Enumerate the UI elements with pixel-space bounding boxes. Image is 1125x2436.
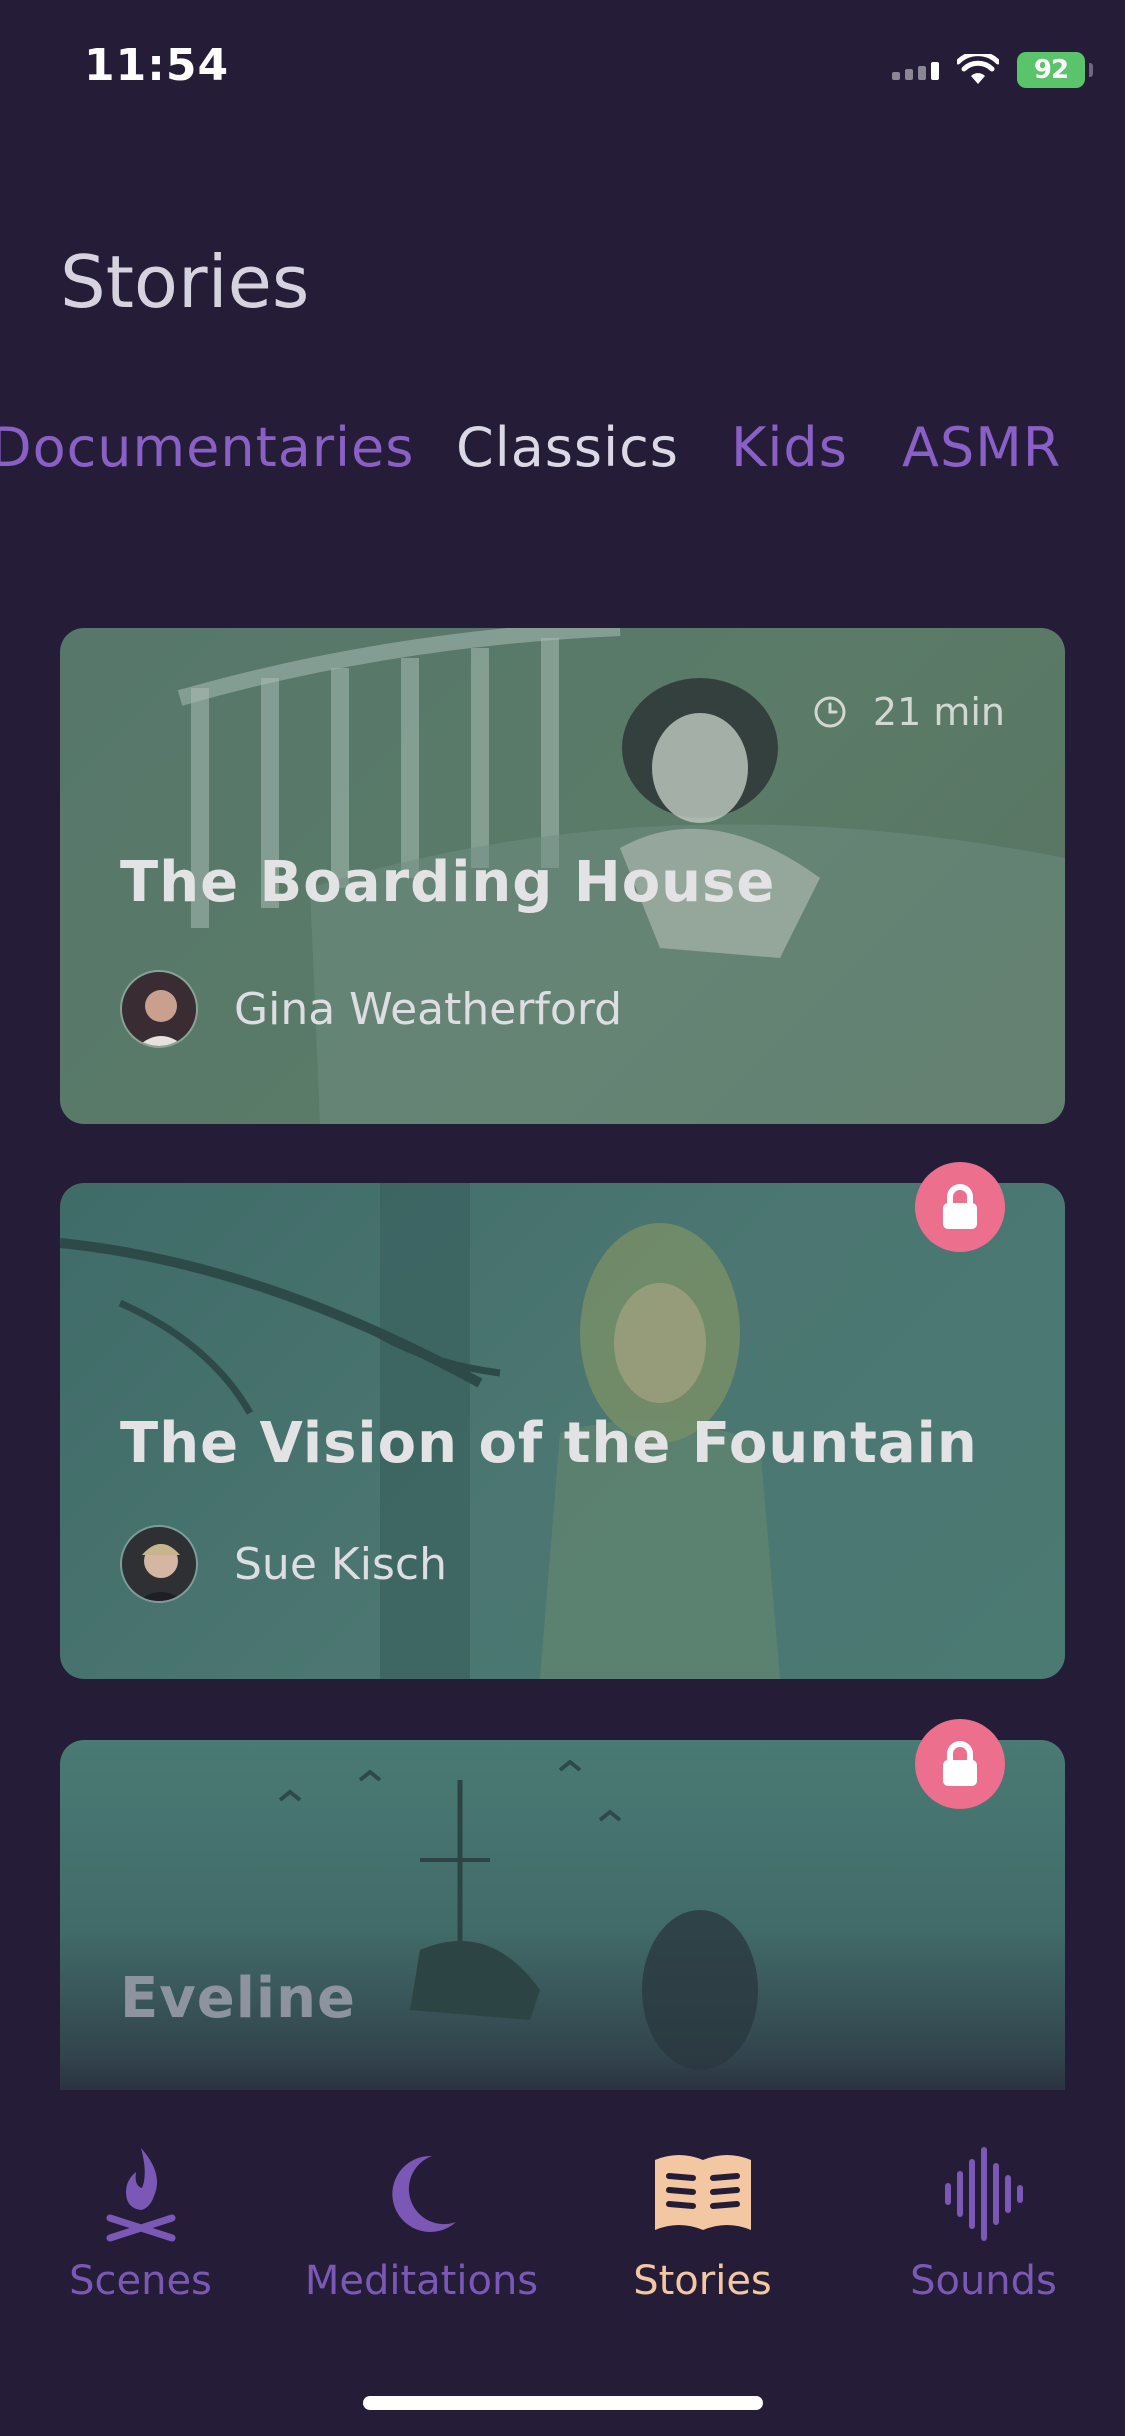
page-title: Stories (60, 240, 310, 324)
nav-label: Scenes (69, 2258, 212, 2304)
tab-documentaries[interactable]: Documentaries (0, 416, 414, 479)
author-name: Sue Kisch (234, 1538, 447, 1590)
tab-asmr[interactable]: ASMR (902, 416, 1061, 479)
moon-icon (391, 2155, 456, 2232)
nav-sounds[interactable]: Sounds (843, 2090, 1124, 2304)
sound-wave-icon (944, 2147, 1023, 2241)
category-tabs: Documentaries Classics Kids ASMR (0, 416, 1125, 496)
nav-label: Sounds (910, 2258, 1057, 2304)
duration-text: 21 min (872, 690, 1005, 734)
story-duration: 21 min (813, 690, 1005, 734)
story-title: Eveline (120, 1966, 356, 2031)
story-title: The Boarding House (120, 850, 776, 915)
battery-icon: 92 (1017, 52, 1093, 88)
avatar (120, 1525, 198, 1603)
nav-label: Meditations (304, 2258, 539, 2304)
status-indicators: 92 (892, 48, 1093, 92)
lock-badge (915, 1162, 1005, 1252)
open-book-icon (654, 2155, 751, 2230)
avatar (120, 970, 198, 1048)
story-card[interactable]: 21 min The Boarding House Gina Weatherfo… (60, 628, 1065, 1124)
lock-badge (915, 1719, 1005, 1809)
nav-label: Stories (633, 2258, 772, 2304)
story-title: The Vision of the Fountain (120, 1411, 978, 1476)
clock-icon (814, 696, 846, 728)
cellular-signal-icon (892, 60, 939, 80)
lock-icon (943, 1184, 977, 1229)
bottom-tab-bar: Scenes Meditations Stories Sounds (0, 2090, 1125, 2350)
story-author: Gina Weatherford (120, 970, 622, 1048)
wifi-icon (957, 54, 999, 86)
story-card[interactable]: The Vision of the Fountain Sue Kisch (60, 1183, 1065, 1679)
battery-level: 92 (1033, 55, 1069, 85)
nav-stories[interactable]: Stories (562, 2090, 843, 2304)
home-indicator[interactable] (363, 2396, 763, 2410)
tab-kids[interactable]: Kids (731, 416, 848, 479)
status-bar: 11:54 92 (0, 0, 1125, 140)
author-name: Gina Weatherford (234, 983, 623, 1035)
campfire-icon (106, 2148, 175, 2242)
story-author: Sue Kisch (120, 1525, 447, 1603)
nav-scenes[interactable]: Scenes (0, 2090, 281, 2304)
status-time: 11:54 (84, 40, 230, 91)
tab-classics[interactable]: Classics (456, 416, 679, 479)
nav-meditations[interactable]: Meditations (281, 2090, 562, 2304)
lock-icon (943, 1741, 977, 1786)
